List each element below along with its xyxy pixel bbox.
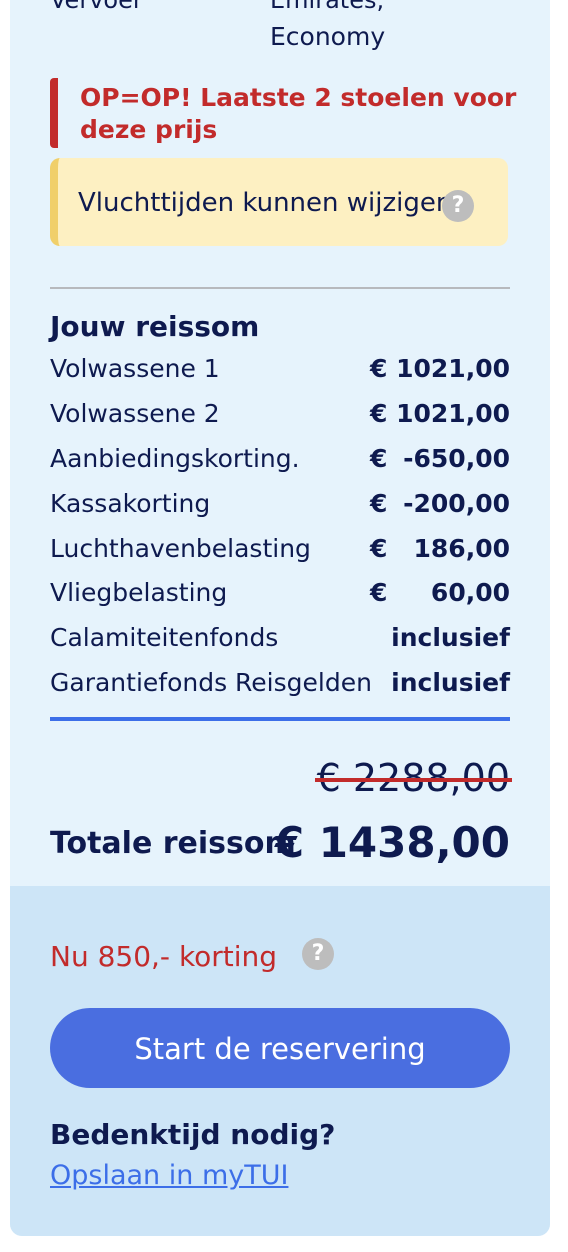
scarcity-alert-text: OP=OP! Laatste 2 stoelen voor deze prijs xyxy=(80,83,517,144)
flight-info: Vervoer Emirates, Economy xyxy=(50,0,510,60)
line-item-amount: 60,00 xyxy=(430,578,510,607)
line-item-currency: € xyxy=(370,578,388,607)
scarcity-alert: OP=OP! Laatste 2 stoelen voor deze prijs xyxy=(50,78,528,148)
line-item-label: Calamiteitenfonds xyxy=(50,623,279,652)
line-item-amount: 1021,00 xyxy=(396,354,510,383)
line-item-label: Luchthavenbelasting xyxy=(50,534,311,563)
booking-summary-card: Vervoer Emirates, Economy OP=OP! Laatste… xyxy=(10,0,550,1236)
summary-divider xyxy=(50,717,510,721)
price-line-item: Aanbiedingskorting. € -650,00 xyxy=(50,444,510,484)
line-item-amount: inclusief xyxy=(391,623,510,652)
line-item-label: Volwassene 1 xyxy=(50,354,220,383)
line-item-label: Kassakorting xyxy=(50,489,211,518)
price-line-item: Kassakorting € -200,00 xyxy=(50,489,510,529)
question-circle-icon[interactable]: ? xyxy=(442,190,474,222)
line-item-currency: € xyxy=(370,489,388,518)
price-line-item: Vliegbelasting € 60,00 xyxy=(50,578,510,618)
flight-times-notice: Vluchttijden kunnen wijzigen ? xyxy=(50,158,508,246)
price-line-item: Luchthavenbelasting € 186,00 xyxy=(50,534,510,574)
line-item-amount: 186,00 xyxy=(413,534,510,563)
line-item-label: Volwassene 2 xyxy=(50,399,220,428)
line-item-label: Aanbiedingskorting. xyxy=(50,444,300,473)
line-item-label: Garantiefonds Reisgelden xyxy=(50,668,372,697)
strikethrough-line xyxy=(314,778,512,782)
line-item-currency: € xyxy=(370,534,388,563)
save-in-mytui-link[interactable]: Opslaan in myTUI xyxy=(50,1160,288,1191)
start-reservation-button[interactable]: Start de reservering xyxy=(50,1008,510,1088)
discount-text: Nu 850,- korting xyxy=(50,940,278,973)
line-item-label: Vliegbelasting xyxy=(50,578,228,607)
price-line-item: Volwassene 2 € 1021,00 xyxy=(50,399,510,439)
line-item-amount: 1021,00 xyxy=(396,399,510,428)
line-item-currency: € xyxy=(370,399,388,428)
transport-label: Vervoer xyxy=(50,0,143,14)
line-item-currency: € xyxy=(370,354,388,383)
flight-times-notice-text: Vluchttijden kunnen wijzigen xyxy=(78,188,453,218)
total-price: € 1438,00 xyxy=(274,818,510,867)
question-circle-icon[interactable]: ? xyxy=(302,938,334,970)
cabin-class: Economy xyxy=(270,22,386,51)
summary-title: Jouw reissom xyxy=(50,310,260,343)
line-item-amount: -200,00 xyxy=(403,489,510,518)
total-label: Totale reissom xyxy=(50,826,296,861)
line-item-currency: € xyxy=(370,444,388,473)
price-line-item: Garantiefonds Reisgelden inclusief xyxy=(50,668,510,708)
airline-value: Emirates, xyxy=(270,0,385,14)
think-time-heading: Bedenktijd nodig? xyxy=(50,1118,336,1151)
divider xyxy=(50,287,510,289)
line-item-amount: -650,00 xyxy=(403,444,510,473)
price-line-item: Calamiteitenfonds inclusief xyxy=(50,623,510,663)
price-line-item: Volwassene 1 € 1021,00 xyxy=(50,354,510,394)
old-price: € 2288,00 xyxy=(314,756,512,800)
booking-footer: Nu 850,- korting ? Start de reservering … xyxy=(10,886,550,1236)
line-item-amount: inclusief xyxy=(391,668,510,697)
